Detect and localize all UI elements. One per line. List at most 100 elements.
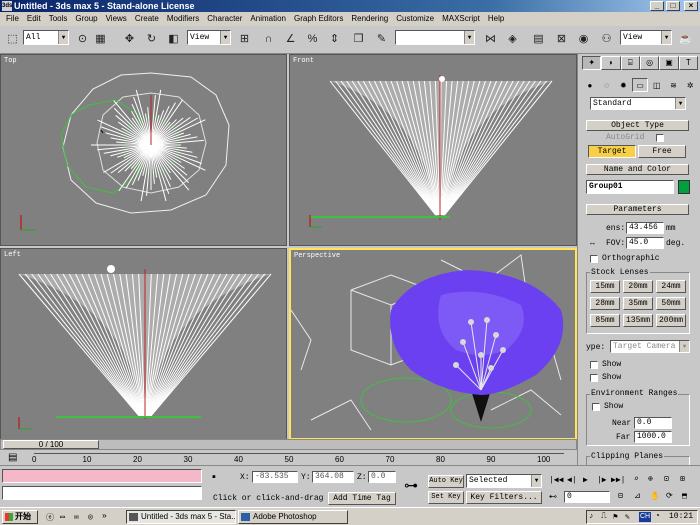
go-to-end-icon[interactable]: ▶▶| bbox=[611, 475, 625, 485]
object-color-swatch[interactable] bbox=[678, 180, 690, 194]
parameters-rollout[interactable]: Parameters bbox=[586, 204, 689, 215]
fov-spinner[interactable]: 45.0 bbox=[626, 237, 664, 249]
env-show-checkbox[interactable] bbox=[592, 403, 600, 411]
zoom-extents-all-icon[interactable]: ⊞ bbox=[680, 474, 685, 484]
stock-lens-button[interactable]: 28mm bbox=[590, 297, 620, 310]
align-icon[interactable]: ◈ bbox=[504, 31, 521, 48]
cameras-icon[interactable]: ▭ bbox=[632, 78, 648, 92]
render-scene-icon[interactable]: ⚇ bbox=[598, 31, 615, 48]
set-key-button[interactable]: Set Key bbox=[428, 491, 464, 504]
geometry-icon[interactable]: ● bbox=[582, 78, 598, 92]
select-move-icon[interactable]: ✥ bbox=[121, 31, 138, 48]
stock-lens-button[interactable]: 85mm bbox=[590, 314, 620, 327]
far-spinner[interactable]: 1000.0 bbox=[634, 431, 672, 443]
quicklaunch-ie-icon[interactable]: ⓔ bbox=[46, 512, 54, 523]
menu-graph-editors[interactable]: Graph Editors bbox=[290, 13, 347, 25]
stock-lens-button[interactable]: 50mm bbox=[656, 297, 686, 310]
tray-network-icon[interactable]: ⎍ bbox=[601, 512, 607, 521]
quicklaunch-outlook-icon[interactable]: ✉ bbox=[74, 512, 79, 522]
stock-lens-button[interactable]: 15mm bbox=[590, 280, 620, 293]
z-coordinate-field[interactable]: 0.0 bbox=[368, 471, 396, 483]
select-scale-icon[interactable]: ◧ bbox=[165, 31, 182, 48]
systems-icon[interactable]: ✲ bbox=[682, 78, 699, 92]
render-view-dropdown[interactable]: View ▼ bbox=[620, 30, 672, 45]
free-camera-button[interactable]: Free bbox=[638, 145, 686, 158]
undo-icon[interactable]: ⬚ bbox=[4, 31, 21, 48]
key-icon[interactable]: ⊶ bbox=[404, 478, 418, 492]
menu-create[interactable]: Create bbox=[131, 13, 163, 25]
menu-character[interactable]: Character bbox=[203, 13, 246, 25]
stock-lens-button[interactable]: 35mm bbox=[623, 297, 653, 310]
current-frame-field[interactable]: 0 bbox=[564, 491, 610, 503]
tray-antivirus-icon[interactable]: ⚑ bbox=[613, 512, 618, 522]
percent-snap-icon[interactable]: % bbox=[304, 31, 321, 48]
lock-selection-icon[interactable]: ▪ bbox=[212, 472, 216, 483]
named-selection-icon[interactable]: ❒ bbox=[350, 31, 367, 48]
object-name-field[interactable]: Group01 bbox=[586, 180, 674, 194]
angle-snap-icon[interactable]: ∠ bbox=[282, 31, 299, 48]
zoom-icon[interactable]: ⌕ bbox=[634, 474, 639, 484]
key-mode-toggle-icon[interactable]: ⊷ bbox=[549, 492, 557, 502]
menu-views[interactable]: Views bbox=[102, 13, 131, 25]
maxscript-listener-mini[interactable] bbox=[2, 469, 202, 483]
display-tab-icon[interactable]: ▣ bbox=[659, 56, 679, 70]
zoom-extents-icon[interactable]: ⊡ bbox=[664, 474, 669, 484]
timeline-ruler[interactable]: 0 10 20 30 40 50 60 70 80 90 100 bbox=[32, 453, 564, 464]
menu-edit[interactable]: Edit bbox=[23, 13, 45, 25]
stock-lens-button[interactable]: 135mm bbox=[623, 314, 653, 327]
tray-clock[interactable]: 10:21 bbox=[669, 512, 693, 521]
auto-key-button[interactable]: Auto Key bbox=[428, 475, 464, 488]
selection-filter-dropdown[interactable]: All ▼ bbox=[23, 30, 69, 45]
lights-icon[interactable]: ✹ bbox=[615, 78, 632, 92]
quicklaunch-extra-icon[interactable]: » bbox=[102, 512, 107, 521]
menu-rendering[interactable]: Rendering bbox=[347, 13, 392, 25]
pan-icon[interactable]: ✋ bbox=[650, 491, 660, 501]
select-rotate-icon[interactable]: ↻ bbox=[143, 31, 160, 48]
add-time-tag-button[interactable]: Add Time Tag bbox=[328, 492, 396, 505]
play-icon[interactable]: ▶ bbox=[583, 475, 588, 485]
start-button[interactable]: 开始 bbox=[2, 510, 38, 524]
autogrid-checkbox[interactable] bbox=[656, 134, 664, 142]
helpers-icon[interactable]: ◫ bbox=[648, 78, 665, 92]
menu-file[interactable]: File bbox=[2, 13, 23, 25]
field-of-view-icon[interactable]: ⊿ bbox=[634, 491, 641, 501]
select-object-icon[interactable]: ⊙ bbox=[74, 31, 91, 48]
hierarchy-tab-icon[interactable]: ⌸ bbox=[620, 56, 640, 70]
object-type-rollout[interactable]: Object Type bbox=[586, 120, 689, 131]
target-camera-button[interactable]: Target bbox=[588, 145, 636, 158]
spinner-snap-icon[interactable]: ⇕ bbox=[326, 31, 343, 48]
motion-tab-icon[interactable]: ◎ bbox=[639, 56, 660, 70]
show-cone-checkbox[interactable] bbox=[590, 361, 598, 369]
camera-type-dropdown[interactable]: Target Camera ▼ bbox=[610, 340, 690, 353]
show-horizon-checkbox[interactable] bbox=[590, 374, 598, 382]
near-spinner[interactable]: 0.0 bbox=[634, 417, 672, 429]
pivot-center-icon[interactable]: ⊞ bbox=[236, 31, 253, 48]
stock-lens-button[interactable]: 200mm bbox=[656, 314, 686, 327]
reference-coord-dropdown[interactable]: View ▼ bbox=[187, 30, 231, 45]
x-coordinate-field[interactable]: -83.535 bbox=[252, 471, 298, 483]
create-tab-icon[interactable]: ✦ bbox=[582, 56, 602, 70]
time-slider-thumb[interactable]: 0 / 100 bbox=[3, 440, 99, 449]
named-selection-dropdown[interactable]: ▼ bbox=[395, 30, 475, 45]
tray-ime-icon[interactable]: ✎ bbox=[625, 512, 630, 522]
time-slider-track[interactable]: 0 / 100 bbox=[0, 439, 577, 450]
orthographic-checkbox[interactable] bbox=[590, 255, 598, 263]
go-to-start-icon[interactable]: |◀◀ bbox=[549, 475, 563, 485]
close-button[interactable]: × bbox=[684, 1, 698, 11]
next-frame-icon[interactable]: |▶ bbox=[597, 475, 607, 485]
menu-maxscript[interactable]: MAXScript bbox=[438, 13, 484, 25]
quick-render-icon[interactable]: ☕ bbox=[677, 31, 694, 48]
shapes-icon[interactable]: ◌ bbox=[598, 78, 615, 92]
quicklaunch-desktop-icon[interactable]: ▭ bbox=[60, 512, 65, 522]
menu-group[interactable]: Group bbox=[71, 13, 101, 25]
lens-spinner[interactable]: 43.456 bbox=[626, 222, 664, 234]
track-view-icon[interactable]: ▤ bbox=[530, 31, 547, 48]
open-mini-curve-editor-icon[interactable]: ▤ bbox=[8, 453, 17, 463]
viewport-left[interactable]: Left bbox=[0, 248, 287, 440]
time-configuration-icon[interactable]: ⊟ bbox=[618, 491, 623, 501]
space-warps-icon[interactable]: ≋ bbox=[665, 78, 682, 92]
tray-volume-icon[interactable]: ♪ bbox=[589, 512, 594, 521]
viewport-top[interactable]: Top bbox=[0, 54, 287, 246]
taskbar-item-photoshop[interactable]: Adobe Photoshop bbox=[238, 510, 348, 524]
minimize-button[interactable]: _ bbox=[650, 1, 664, 11]
